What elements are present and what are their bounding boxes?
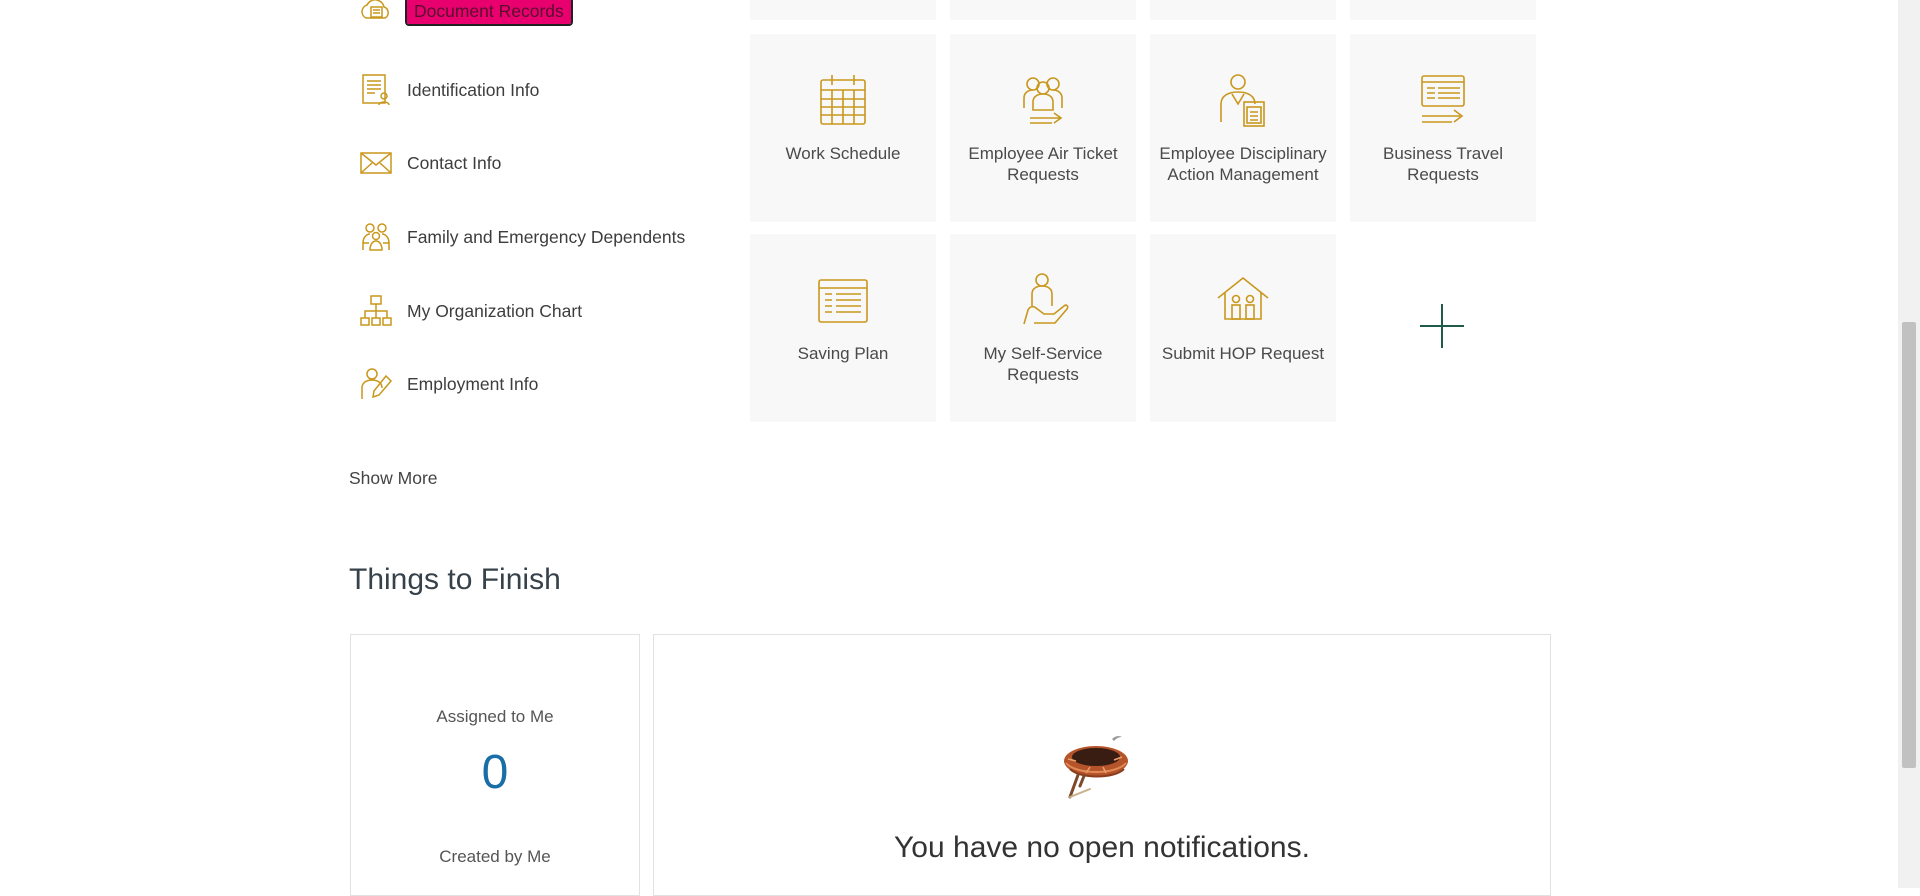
show-more-link[interactable]: Show More xyxy=(349,468,438,489)
family-icon xyxy=(358,219,394,255)
no-notifications-message: You have no open notifications. xyxy=(894,831,1310,864)
add-tile-button[interactable] xyxy=(1350,234,1536,422)
house-family-icon xyxy=(1216,272,1270,330)
scrollbar-thumb[interactable] xyxy=(1902,322,1916,768)
group-arrow-icon xyxy=(1016,72,1070,130)
calendar-icon xyxy=(816,72,870,130)
tile-title: My Self-Service Requests xyxy=(983,344,1103,384)
tile-title: Saving Plan xyxy=(797,344,889,363)
tile-work-schedule[interactable]: Work Schedule xyxy=(750,34,936,222)
tile-stub[interactable] xyxy=(1350,0,1536,20)
quick-link-label: Contact Info xyxy=(407,153,502,173)
quick-link-contact-info[interactable]: Contact Info xyxy=(354,145,714,189)
assigned-count[interactable]: 0 xyxy=(351,745,639,800)
tile-title: Business Travel Requests xyxy=(1383,144,1503,184)
quick-link-label: Document Records xyxy=(405,0,573,26)
quick-link-document-records[interactable]: Document Records xyxy=(354,0,714,44)
envelope-icon xyxy=(358,145,394,181)
quick-link-family-dependents[interactable]: Family and Emergency Dependents xyxy=(354,219,714,263)
quick-link-label: Identification Info xyxy=(407,80,540,100)
notifications-card: You have no open notifications. xyxy=(653,634,1551,896)
quick-link-label: My Organization Chart xyxy=(407,301,583,321)
assigned-card: Assigned to Me 0 Created by Me xyxy=(350,634,640,896)
tile-stub[interactable] xyxy=(750,0,936,20)
tile-stub[interactable] xyxy=(1150,0,1336,20)
empty-nest-icon xyxy=(1056,729,1142,805)
tile-stub[interactable] xyxy=(950,0,1136,20)
quick-link-organization-chart[interactable]: My Organization Chart xyxy=(354,293,714,337)
tile-business-travel-requests[interactable]: Business Travel Requests xyxy=(1350,34,1536,222)
hand-person-icon xyxy=(1016,272,1070,330)
assigned-to-me-label: Assigned to Me xyxy=(436,707,554,726)
tile-title: Submit HOP Request xyxy=(1161,344,1325,363)
quick-link-label: Family and Emergency Dependents xyxy=(407,227,686,247)
created-by-me-label[interactable]: Created by Me xyxy=(351,847,639,867)
tile-saving-plan[interactable]: Saving Plan xyxy=(750,234,936,422)
ledger-icon xyxy=(816,272,870,330)
tile-title: Employee Disciplinary Action Management xyxy=(1159,144,1327,184)
tile-title: Work Schedule xyxy=(785,144,901,163)
quick-link-label: Employment Info xyxy=(407,374,539,394)
tile-employee-disciplinary-action[interactable]: Employee Disciplinary Action Management xyxy=(1150,34,1336,222)
quick-link-employment-info[interactable]: Employment Info xyxy=(354,366,714,410)
tile-employee-air-ticket-requests[interactable]: Employee Air Ticket Requests xyxy=(950,34,1136,222)
tile-submit-hop-request[interactable]: Submit HOP Request xyxy=(1150,234,1336,422)
id-card-icon xyxy=(358,72,394,108)
person-document-icon xyxy=(1216,72,1270,130)
employment-icon xyxy=(358,366,394,402)
list-arrow-icon xyxy=(1416,72,1470,130)
tile-title: Employee Air Ticket Requests xyxy=(968,144,1118,184)
page-scrollbar[interactable] xyxy=(1898,0,1920,888)
plus-icon xyxy=(1420,304,1464,348)
things-to-finish-title: Things to Finish xyxy=(349,563,561,596)
tile-my-self-service-requests[interactable]: My Self-Service Requests xyxy=(950,234,1136,422)
org-chart-icon xyxy=(358,293,394,329)
cloud-document-icon xyxy=(358,0,394,28)
quick-link-identification-info[interactable]: Identification Info xyxy=(354,72,714,116)
